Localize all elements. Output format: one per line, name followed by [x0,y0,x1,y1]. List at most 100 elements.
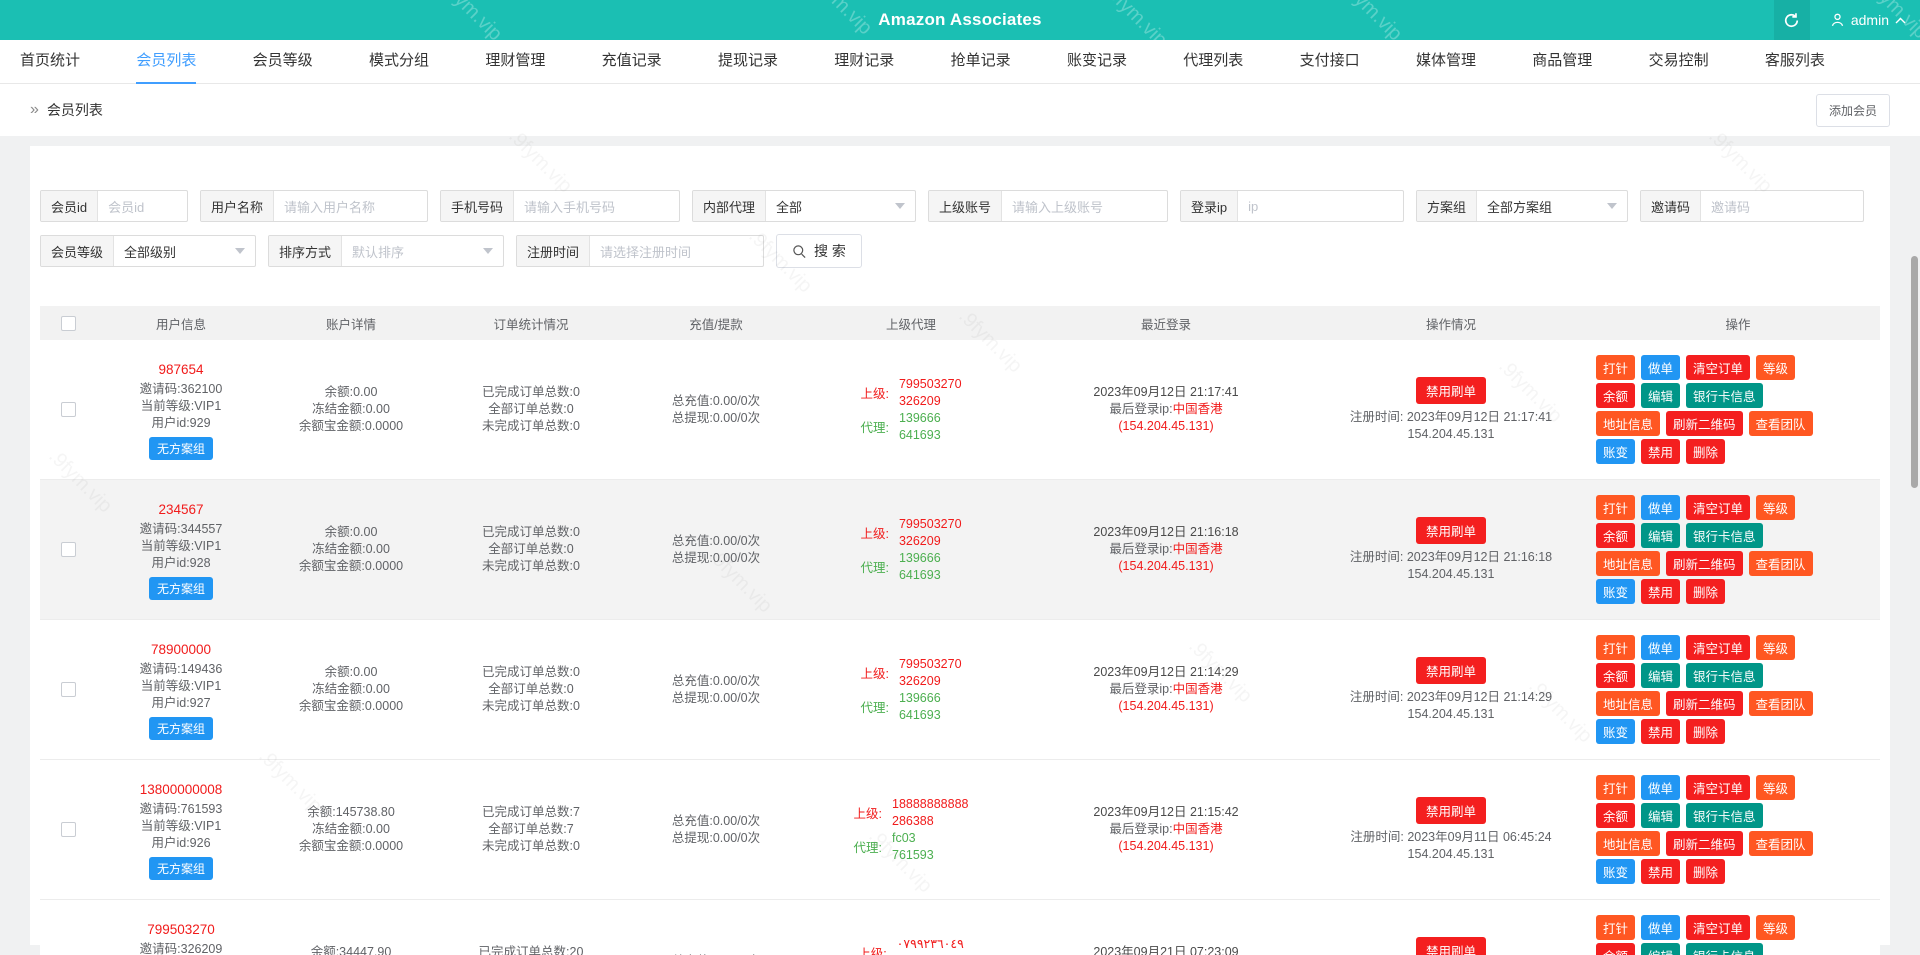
action-button[interactable]: 等级 [1756,775,1796,800]
username-link[interactable]: 78900000 [96,640,266,659]
action-button[interactable]: 清空订单 [1686,355,1751,380]
action-button[interactable]: 等级 [1756,495,1796,520]
action-button[interactable]: 禁用 [1641,719,1681,744]
action-button[interactable]: 清空订单 [1686,915,1751,940]
action-button[interactable]: 银行卡信息 [1686,523,1763,548]
ban-brush-order-button[interactable]: 禁用刷单 [1415,656,1486,684]
filter-input[interactable]: 会员id [98,191,187,221]
action-button[interactable]: 地址信息 [1596,411,1661,436]
action-button[interactable]: 做单 [1641,915,1681,940]
ban-brush-order-button[interactable]: 禁用刷单 [1415,796,1486,824]
user-menu[interactable]: admin [1830,12,1906,28]
username-link[interactable]: 799503270 [96,920,266,939]
action-button[interactable]: 等级 [1756,355,1796,380]
action-button[interactable]: 地址信息 [1596,551,1661,576]
username-link[interactable]: 234567 [96,500,266,519]
row-checkbox[interactable] [60,682,76,697]
action-button[interactable]: 账变 [1596,859,1636,884]
action-button[interactable]: 删除 [1686,579,1726,604]
plan-group-tag[interactable]: 无方案组 [148,576,213,600]
action-button[interactable]: 地址信息 [1596,831,1661,856]
action-button[interactable]: 余额 [1596,523,1636,548]
action-button[interactable]: 余额 [1596,943,1636,955]
action-button[interactable]: 禁用 [1641,579,1681,604]
scrollbar-thumb[interactable] [1911,256,1918,488]
filter-input[interactable]: 请输入上级账号 [1002,191,1167,221]
refresh-button[interactable] [1773,0,1810,40]
action-button[interactable]: 删除 [1686,439,1726,464]
add-member-button[interactable]: 添加会员 [1815,93,1890,127]
nav-tab-会员列表[interactable]: 会员列表 [136,40,197,84]
action-button[interactable]: 编辑 [1641,803,1681,828]
action-button[interactable]: 银行卡信息 [1686,663,1763,688]
action-button[interactable]: 银行卡信息 [1686,803,1763,828]
action-button[interactable]: 查看团队 [1748,411,1813,436]
filter-select[interactable]: 默认排序 [342,236,503,266]
ban-brush-order-button[interactable]: 禁用刷单 [1415,936,1486,955]
action-button[interactable]: 删除 [1686,859,1726,884]
action-button[interactable]: 清空订单 [1686,635,1751,660]
row-checkbox[interactable] [60,402,76,417]
action-button[interactable]: 查看团队 [1748,691,1813,716]
nav-tab-支付接口[interactable]: 支付接口 [1300,40,1360,84]
row-checkbox[interactable] [60,542,76,557]
action-button[interactable]: 编辑 [1641,523,1681,548]
nav-tab-客服列表[interactable]: 客服列表 [1765,40,1825,84]
ban-brush-order-button[interactable]: 禁用刷单 [1415,376,1486,404]
action-button[interactable]: 等级 [1756,635,1796,660]
filter-select[interactable]: 全部级别 [114,236,255,266]
action-button[interactable]: 账变 [1596,719,1636,744]
select-all-checkbox[interactable] [60,315,76,331]
plan-group-tag[interactable]: 无方案组 [148,716,213,740]
nav-tab-抢单记录[interactable]: 抢单记录 [951,40,1011,84]
action-button[interactable]: 做单 [1641,635,1681,660]
action-button[interactable]: 余额 [1596,803,1636,828]
filter-input[interactable]: 邀请码 [1701,191,1863,221]
filter-input[interactable]: 请输入用户名称 [274,191,427,221]
action-button[interactable]: 清空订单 [1686,495,1751,520]
nav-tab-媒体管理[interactable]: 媒体管理 [1416,40,1476,84]
action-button[interactable]: 银行卡信息 [1686,383,1763,408]
nav-tab-代理列表[interactable]: 代理列表 [1183,40,1243,84]
action-button[interactable]: 打针 [1596,495,1636,520]
action-button[interactable]: 清空订单 [1686,775,1751,800]
action-button[interactable]: 银行卡信息 [1686,943,1763,955]
nav-tab-商品管理[interactable]: 商品管理 [1532,40,1592,84]
filter-select[interactable]: 全部 [766,191,915,221]
filter-input[interactable]: 请选择注册时间 [590,236,763,266]
action-button[interactable]: 刷新二维码 [1666,411,1743,436]
row-checkbox[interactable] [60,822,76,837]
action-button[interactable]: 打针 [1596,635,1636,660]
nav-tab-理财管理[interactable]: 理财管理 [485,40,545,84]
action-button[interactable]: 账变 [1596,439,1636,464]
action-button[interactable]: 做单 [1641,495,1681,520]
action-button[interactable]: 编辑 [1641,943,1681,955]
filter-select[interactable]: 全部方案组 [1477,191,1627,221]
action-button[interactable]: 打针 [1596,355,1636,380]
action-button[interactable]: 打针 [1596,775,1636,800]
action-button[interactable]: 账变 [1596,579,1636,604]
action-button[interactable]: 查看团队 [1748,831,1813,856]
username-link[interactable]: 987654 [96,360,266,379]
action-button[interactable]: 编辑 [1641,663,1681,688]
action-button[interactable]: 余额 [1596,663,1636,688]
action-button[interactable]: 地址信息 [1596,691,1661,716]
nav-tab-充值记录[interactable]: 充值记录 [602,40,662,84]
username-link[interactable]: 13800000008 [96,780,266,799]
filter-input[interactable]: 请输入手机号码 [514,191,679,221]
nav-tab-交易控制[interactable]: 交易控制 [1649,40,1709,84]
action-button[interactable]: 刷新二维码 [1666,691,1743,716]
ban-brush-order-button[interactable]: 禁用刷单 [1415,516,1486,544]
nav-tab-会员等级[interactable]: 会员等级 [253,40,313,84]
action-button[interactable]: 编辑 [1641,383,1681,408]
action-button[interactable]: 刷新二维码 [1666,551,1743,576]
nav-tab-模式分组[interactable]: 模式分组 [369,40,429,84]
nav-tab-首页统计[interactable]: 首页统计 [20,40,80,84]
action-button[interactable]: 余额 [1596,383,1636,408]
action-button[interactable]: 禁用 [1641,859,1681,884]
action-button[interactable]: 查看团队 [1748,551,1813,576]
action-button[interactable]: 禁用 [1641,439,1681,464]
search-button[interactable]: 搜 索 [776,234,862,268]
nav-tab-提现记录[interactable]: 提现记录 [718,40,778,84]
action-button[interactable]: 做单 [1641,355,1681,380]
